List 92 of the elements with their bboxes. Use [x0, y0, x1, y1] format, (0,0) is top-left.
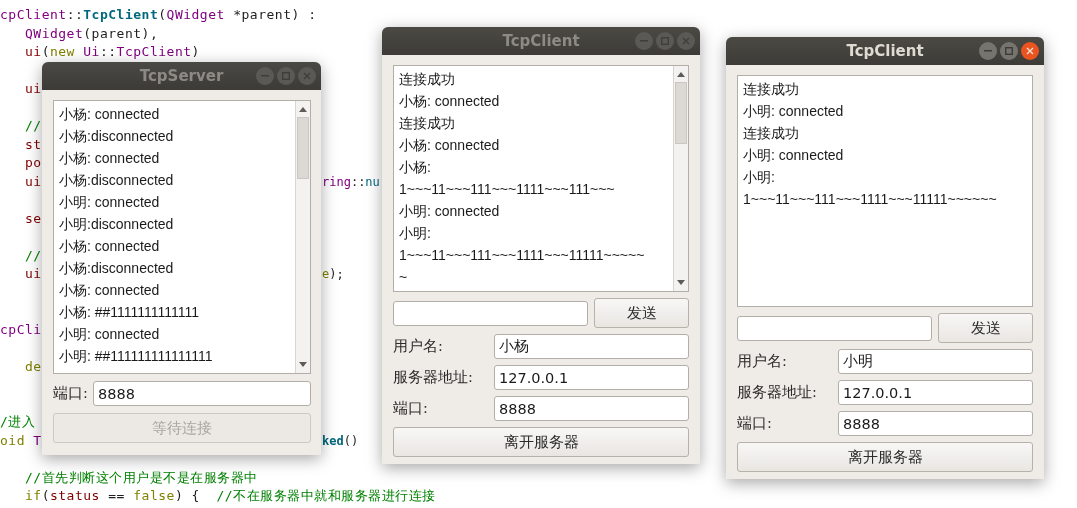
message-line: 小明: connected [399, 202, 501, 221]
message-line: 小杨: connected [59, 237, 161, 256]
minimize-button[interactable] [979, 42, 997, 60]
scrollbar[interactable] [673, 66, 688, 291]
field-label: 端口: [53, 384, 87, 403]
text-field[interactable]: 小杨 [494, 334, 689, 359]
code-line: ui [23, 172, 42, 191]
message-line: 小杨: connected [59, 105, 161, 124]
scrollbar[interactable] [295, 101, 310, 373]
field-label: 端口: [393, 399, 429, 418]
maximize-icon [1005, 47, 1013, 55]
message-line: 小杨: ##1111111111111 [59, 303, 201, 322]
field-label: 服务器地址: [737, 383, 818, 402]
code-fragment: e); [322, 266, 344, 283]
text-field[interactable]: 8888 [838, 411, 1033, 436]
code-fragment: ked() [322, 432, 359, 450]
message-line: 小明:disconnected [59, 215, 175, 234]
window-title: TcpClient [502, 32, 580, 50]
code-line: QWidget(parent), [23, 24, 159, 43]
code-line: po [23, 154, 42, 172]
message-line: ~ [399, 268, 409, 287]
message-line: 连接成功 [399, 70, 456, 89]
action-button[interactable]: 离开服务器 [393, 427, 689, 457]
field-label: 用户名: [737, 352, 788, 371]
message-input[interactable] [393, 300, 588, 326]
message-line: 小杨: connected [399, 136, 501, 155]
message-line: 小明: connected [59, 325, 161, 344]
maximize-button[interactable] [277, 67, 295, 85]
close-icon [303, 72, 311, 80]
scroll-up-arrow-icon[interactable] [676, 71, 686, 77]
code-line: st [23, 135, 42, 154]
code-line: if(status == false) { //不在服务器中就和服务器进行连接 [23, 487, 436, 505]
field-label: 端口: [737, 414, 773, 433]
message-line: 小明: [399, 224, 432, 243]
minimize-icon [984, 50, 992, 52]
code-line: de [23, 357, 42, 376]
message-line: 连接成功 [399, 114, 456, 133]
minimize-button[interactable] [256, 67, 274, 85]
close-button[interactable] [1021, 42, 1039, 60]
scroll-down-arrow-icon[interactable] [298, 362, 308, 368]
code-line: ui [23, 80, 42, 98]
text-field[interactable]: 127.0.0.1 [838, 380, 1033, 405]
window-title: TcpServer [139, 67, 224, 85]
code-line: oid T [0, 431, 42, 450]
scrollbar-thumb[interactable] [297, 117, 309, 179]
close-icon [682, 37, 690, 45]
message-input[interactable] [737, 315, 932, 341]
message-line: 小杨:disconnected [59, 127, 175, 146]
message-line: 小杨: connected [59, 149, 161, 168]
message-line: 1~~~11~~~111~~~1111~~~11111~~~~~~ [743, 190, 998, 209]
code-line: se [23, 209, 42, 228]
message-line: 小明: connected [743, 102, 845, 121]
code-line: cpClient::TcpClient(QWidget *parent) : [0, 6, 317, 24]
message-line: 小杨: connected [399, 92, 501, 111]
text-field[interactable]: 8888 [494, 396, 689, 421]
action-button[interactable]: 离开服务器 [737, 442, 1033, 472]
send-button[interactable]: 发送 [594, 298, 689, 328]
message-line: 小杨:disconnected [59, 171, 175, 190]
field-label: 服务器地址: [393, 368, 474, 387]
message-line: 小明: ##111111111111111 [59, 347, 214, 366]
maximize-button[interactable] [656, 32, 674, 50]
message-line: 小明: connected [743, 146, 845, 165]
message-line: 小杨: connected [59, 281, 161, 300]
code-line: // [23, 117, 42, 135]
minimize-button[interactable] [635, 32, 653, 50]
close-icon [1026, 47, 1034, 55]
text-field[interactable]: 小明 [838, 349, 1033, 374]
field-label: 用户名: [393, 337, 444, 356]
code-fragment: ring::nu [322, 173, 380, 191]
code-line: ui [23, 265, 42, 283]
send-button[interactable]: 发送 [938, 313, 1033, 343]
scrollbar-thumb[interactable] [675, 82, 687, 144]
text-field[interactable]: 127.0.0.1 [494, 365, 689, 390]
message-line: 连接成功 [743, 124, 800, 143]
scroll-down-arrow-icon[interactable] [676, 280, 686, 286]
code-line: cpCli [0, 320, 42, 339]
code-line: //首先判断这个用户是不是在服务器中 [23, 468, 258, 487]
maximize-icon [661, 37, 669, 45]
maximize-icon [282, 72, 290, 80]
message-line: 连接成功 [743, 80, 800, 99]
message-line: 小杨:disconnected [59, 259, 175, 278]
window-title: TcpClient [846, 42, 924, 60]
code-line: // [23, 246, 42, 265]
code-line: /进入 [0, 413, 36, 431]
message-line: 小明: connected [59, 193, 161, 212]
message-line: 1~~~11~~~111~~~1111~~~11111~~~~~ [399, 246, 646, 265]
scroll-up-arrow-icon[interactable] [298, 106, 308, 112]
message-line: 小杨: [399, 158, 432, 177]
text-field[interactable]: 8888 [93, 381, 311, 406]
message-line: 1~~~11~~~111~~~1111~~~111~~~ [399, 180, 616, 199]
message-line: 小明: [743, 168, 776, 187]
code-line: ui(new Ui::TcpClient) [23, 43, 200, 61]
